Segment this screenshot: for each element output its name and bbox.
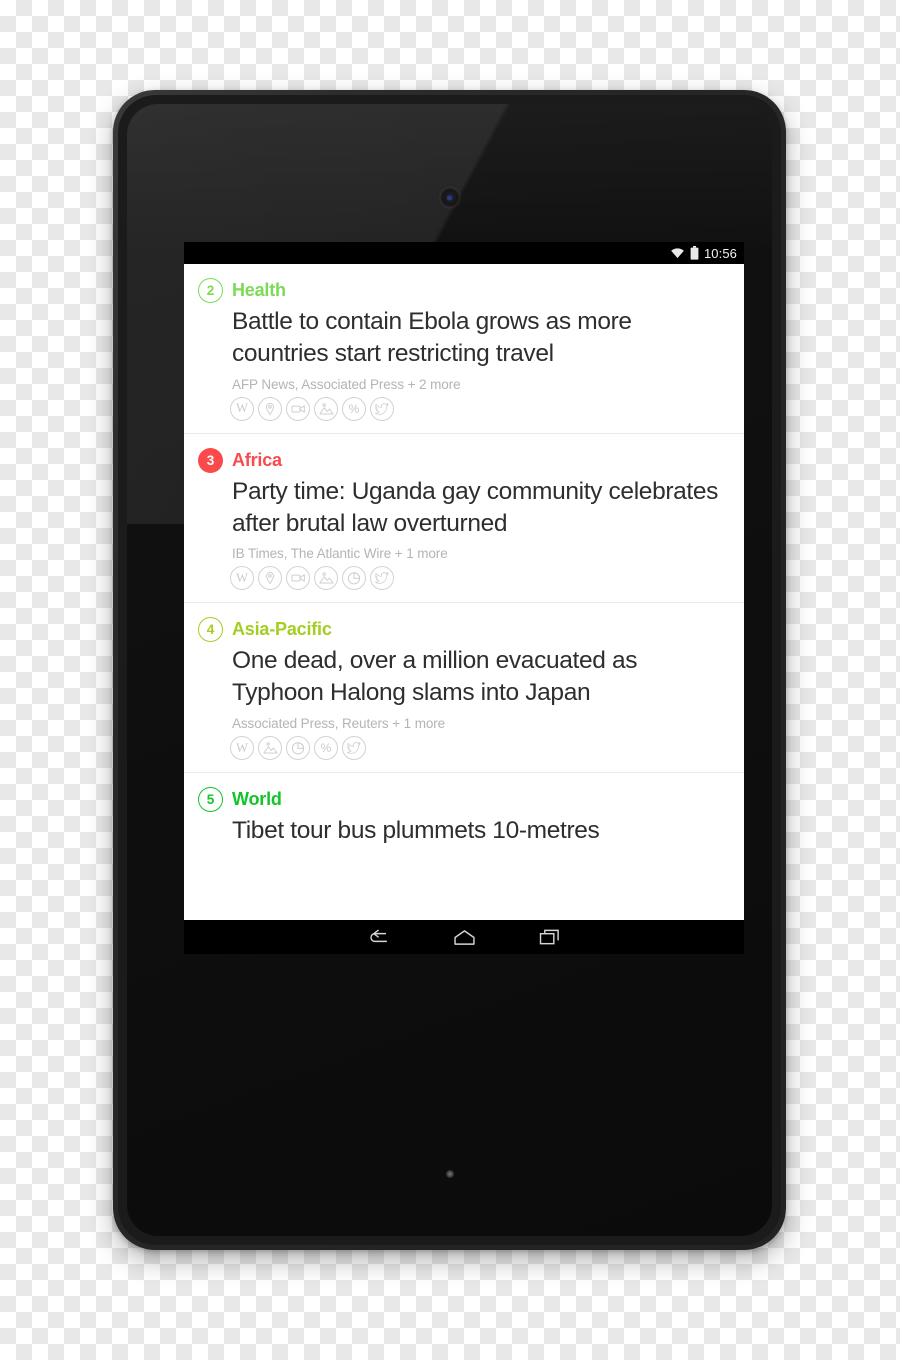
pie-chart-icon[interactable] bbox=[286, 736, 310, 761]
media-icon-row[interactable]: W % bbox=[230, 396, 728, 421]
source-list: Associated Press, Reuters + 1 more bbox=[232, 716, 446, 732]
device-glass: 10:56 2 Health Battle to contain Ebola g… bbox=[127, 104, 772, 1236]
category-label[interactable]: Health bbox=[232, 280, 286, 301]
video-camera-icon[interactable] bbox=[286, 566, 310, 591]
android-nav-bar[interactable] bbox=[184, 920, 744, 954]
headline[interactable]: One dead, over a million evacuated as Ty… bbox=[232, 645, 728, 709]
category-row: 4 Asia-Pacific bbox=[198, 617, 728, 643]
source-list: IB Times, The Atlantic Wire + 1 more bbox=[232, 546, 448, 562]
video-camera-icon[interactable] bbox=[286, 396, 310, 421]
home-icon[interactable] bbox=[421, 920, 507, 954]
news-card[interactable]: 5 World Tibet tour bus plummets 10-metre… bbox=[184, 773, 744, 847]
category-row: 2 Health bbox=[198, 278, 728, 303]
glass-highlight bbox=[127, 104, 772, 254]
category-label[interactable]: World bbox=[232, 789, 282, 810]
device-bezel: 10:56 2 Health Battle to contain Ebola g… bbox=[118, 95, 781, 1245]
rank-badge: 2 bbox=[198, 278, 223, 303]
rank-badge: 4 bbox=[198, 617, 223, 643]
media-icon-row[interactable]: W bbox=[230, 566, 728, 591]
media-icon-row[interactable]: W % bbox=[230, 736, 728, 761]
pie-chart-icon[interactable] bbox=[342, 566, 366, 591]
headline[interactable]: Party time: Uganda gay community celebra… bbox=[232, 476, 728, 540]
image-icon[interactable] bbox=[258, 736, 282, 761]
recent-apps-icon[interactable] bbox=[507, 920, 593, 954]
front-camera-icon bbox=[440, 188, 459, 207]
news-card[interactable]: 4 Asia-Pacific One dead, over a million … bbox=[184, 603, 744, 774]
headline[interactable]: Tibet tour bus plummets 10-metres bbox=[232, 815, 728, 847]
device-screen: 10:56 2 Health Battle to contain Ebola g… bbox=[184, 242, 744, 954]
image-icon[interactable] bbox=[314, 566, 338, 591]
tablet-device: 10:56 2 Health Battle to contain Ebola g… bbox=[113, 90, 786, 1250]
wikipedia-icon[interactable]: W bbox=[230, 566, 254, 591]
wikipedia-icon[interactable]: W bbox=[230, 396, 254, 421]
battery-icon bbox=[690, 246, 699, 260]
news-card[interactable]: 2 Health Battle to contain Ebola grows a… bbox=[184, 264, 744, 434]
wifi-icon bbox=[670, 247, 685, 259]
status-bar-time: 10:56 bbox=[703, 245, 737, 261]
twitter-icon[interactable] bbox=[370, 566, 394, 591]
news-card[interactable]: 3 Africa Party time: Uganda gay communit… bbox=[184, 433, 744, 604]
back-icon[interactable] bbox=[335, 920, 421, 954]
status-bar: 10:56 bbox=[184, 242, 744, 264]
image-icon[interactable] bbox=[314, 396, 338, 421]
twitter-icon[interactable] bbox=[370, 396, 394, 421]
location-pin-icon[interactable] bbox=[258, 566, 282, 591]
rank-badge: 5 bbox=[198, 787, 223, 813]
category-label[interactable]: Africa bbox=[232, 450, 282, 471]
percent-icon[interactable]: % bbox=[314, 736, 338, 761]
twitter-icon[interactable] bbox=[342, 736, 366, 761]
news-feed[interactable]: 2 Health Battle to contain Ebola grows a… bbox=[184, 264, 744, 920]
wikipedia-icon[interactable]: W bbox=[230, 736, 254, 761]
category-label[interactable]: Asia-Pacific bbox=[232, 619, 332, 640]
headline[interactable]: Battle to contain Ebola grows as more co… bbox=[232, 306, 728, 370]
notification-led bbox=[445, 1170, 454, 1178]
rank-badge: 3 bbox=[198, 447, 223, 473]
percent-icon[interactable]: % bbox=[342, 396, 366, 421]
category-row: 5 World bbox=[198, 787, 728, 813]
location-pin-icon[interactable] bbox=[258, 396, 282, 421]
category-row: 3 Africa bbox=[198, 447, 728, 473]
source-list: AFP News, Associated Press + 2 more bbox=[232, 376, 461, 392]
